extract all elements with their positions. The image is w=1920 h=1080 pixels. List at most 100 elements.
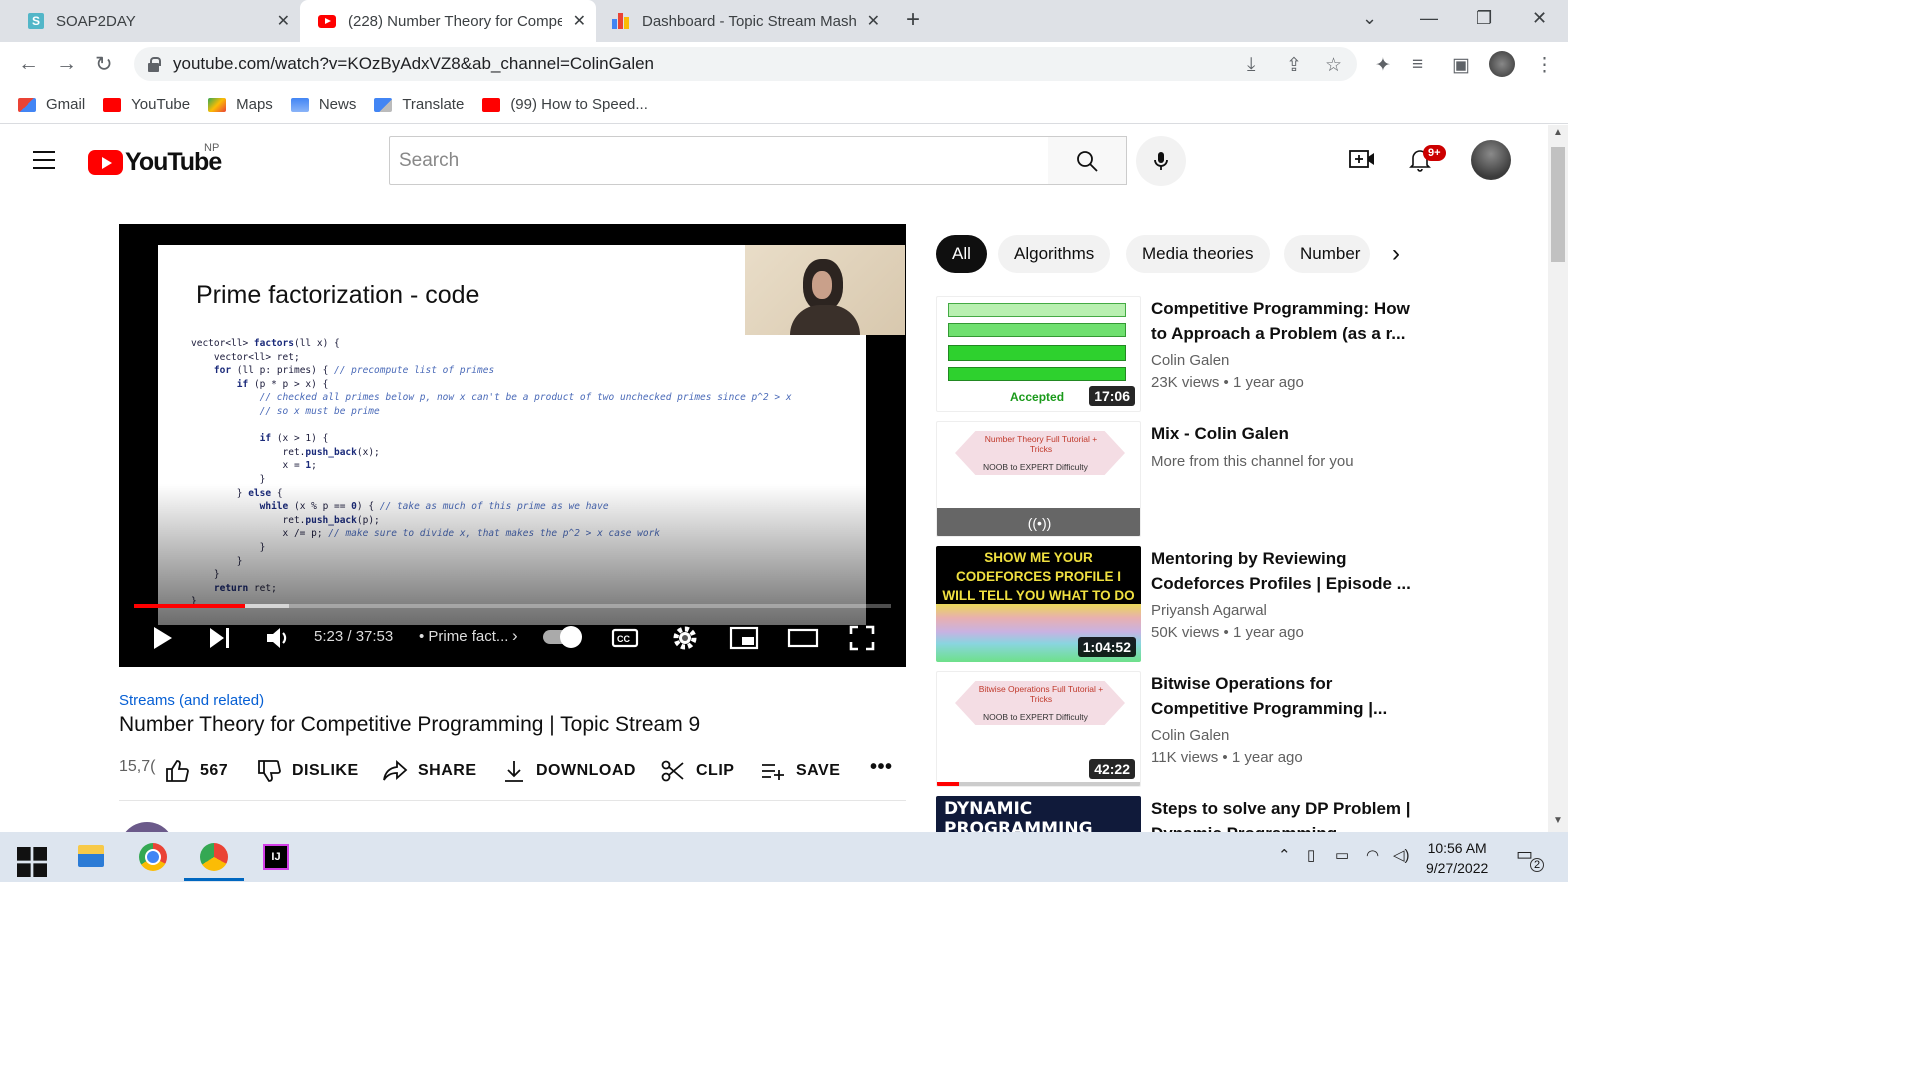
bookmark-label: Maps: [236, 96, 273, 113]
next-video-icon[interactable]: [207, 624, 233, 652]
voice-search-button[interactable]: [1136, 136, 1186, 186]
fullscreen-icon[interactable]: [848, 624, 876, 652]
video-title[interactable]: Mentoring by Reviewing Codeforces Profil…: [1151, 546, 1411, 596]
account-avatar[interactable]: [1471, 140, 1511, 180]
tab-dashboard[interactable]: Dashboard - Topic Stream Mashu ✕: [596, 0, 890, 42]
intellij-icon[interactable]: IJ: [263, 844, 289, 870]
tab-number-theory[interactable]: (228) Number Theory for Compe ✕: [300, 0, 596, 42]
share-button[interactable]: SHARE: [382, 758, 477, 784]
tab-search-chevron-icon[interactable]: ⌄: [1362, 8, 1377, 29]
back-icon[interactable]: ←: [18, 52, 39, 76]
speaker-icon[interactable]: ◁): [1393, 846, 1410, 864]
search-placeholder: Search: [399, 149, 460, 171]
address-bar[interactable]: youtube.com/watch?v=KOzByAdxVZ8&ab_chann…: [134, 47, 1357, 81]
file-explorer-icon[interactable]: [78, 845, 104, 867]
news-icon: [290, 97, 309, 112]
close-window-icon[interactable]: ✕: [1532, 8, 1547, 29]
download-button[interactable]: DOWNLOAD: [502, 758, 636, 784]
chrome-icon[interactable]: [139, 843, 167, 871]
miniplayer-icon[interactable]: [729, 624, 759, 652]
windows-start-icon[interactable]: [17, 847, 47, 877]
video-duration: 1:04:52: [1077, 637, 1136, 657]
chapter-title[interactable]: • Prime fact...: [419, 628, 508, 645]
scroll-up-icon[interactable]: ▲: [1553, 127, 1563, 138]
bookmark-maps[interactable]: Maps: [208, 96, 273, 113]
dislike-button[interactable]: DISLIKE: [256, 758, 359, 784]
play-icon[interactable]: [151, 624, 175, 652]
menu-icon[interactable]: [33, 151, 55, 175]
share-icon[interactable]: ⇪: [1286, 54, 1302, 77]
video-thumbnail[interactable]: Number Theory Full Tutorial + Tricks NOO…: [936, 421, 1141, 537]
dislike-label: DISLIKE: [292, 762, 359, 779]
chip-all[interactable]: All: [936, 235, 987, 273]
new-tab-icon[interactable]: +: [906, 6, 920, 34]
video-title[interactable]: Competitive Programming: How to Approach…: [1151, 296, 1411, 346]
recommended-mix[interactable]: Number Theory Full Tutorial + Tricks NOO…: [936, 421, 1536, 537]
scrollbar-thumb[interactable]: [1551, 147, 1565, 262]
recommended-video[interactable]: Accepted 17:06 Competitive Programming: …: [936, 296, 1536, 412]
bookmark-news[interactable]: News: [290, 96, 356, 113]
taskbar-clock[interactable]: 10:56 AM 9/27/2022: [1426, 838, 1488, 878]
scroll-down-icon[interactable]: ▼: [1553, 815, 1563, 826]
channel-name[interactable]: Colin Galen: [1151, 727, 1229, 744]
page-scrollbar[interactable]: ▲ ▼: [1548, 125, 1568, 832]
settings-gear-icon[interactable]: [671, 624, 699, 652]
bookmark-youtube[interactable]: YouTube: [103, 96, 190, 113]
bookmark-gmail[interactable]: Gmail: [18, 96, 85, 113]
chip-algorithms[interactable]: Algorithms: [998, 235, 1111, 273]
more-actions-icon[interactable]: •••: [870, 756, 893, 779]
channel-name[interactable]: Priyansh Agarwal: [1151, 602, 1267, 619]
close-tab-icon[interactable]: ✕: [867, 11, 880, 31]
bookmark-how-to-speed[interactable]: (99) How to Speed...: [482, 96, 648, 113]
chapter-chevron-icon[interactable]: ›: [512, 626, 518, 646]
search-button[interactable]: [1048, 136, 1127, 185]
media-control-icon[interactable]: ≡: [1412, 54, 1423, 76]
subtitles-icon[interactable]: CC: [611, 624, 639, 652]
video-thumbnail[interactable]: DYNAMIC PROGRAMMING BOOTCAMP DAY 2: [936, 796, 1141, 832]
battery-icon[interactable]: ▭: [1335, 846, 1349, 864]
search-input[interactable]: Search: [389, 136, 1049, 185]
like-button[interactable]: 567: [164, 758, 228, 784]
theater-mode-icon[interactable]: [787, 624, 819, 652]
forward-icon[interactable]: →: [56, 52, 77, 76]
meet-now-icon[interactable]: ▯: [1307, 846, 1315, 864]
clip-button[interactable]: CLIP: [660, 758, 734, 784]
volume-icon[interactable]: [264, 624, 292, 652]
hashtag-link[interactable]: Streams (and related): [119, 692, 264, 709]
chips-next-icon[interactable]: ›: [1392, 240, 1400, 268]
youtube-logo[interactable]: YouTube NP: [88, 142, 222, 177]
chrome-profile-icon[interactable]: [200, 843, 228, 871]
save-button[interactable]: SAVE: [760, 758, 840, 784]
video-thumbnail[interactable]: Bitwise Operations Full Tutorial + Trick…: [936, 671, 1141, 787]
profile-avatar[interactable]: [1489, 51, 1515, 77]
create-video-icon[interactable]: [1348, 147, 1376, 171]
recommended-video[interactable]: Bitwise Operations Full Tutorial + Trick…: [936, 671, 1536, 787]
reload-icon[interactable]: ↻: [95, 52, 113, 77]
progress-bar[interactable]: [134, 604, 891, 608]
install-icon[interactable]: ⤓: [1247, 54, 1255, 76]
video-thumbnail[interactable]: SHOW ME YOUR CODEFORCES PROFILE I WILL T…: [936, 546, 1141, 662]
tab-soap2day[interactable]: S SOAP2DAY ✕: [0, 0, 300, 42]
bookmark-star-icon[interactable]: ☆: [1325, 54, 1342, 77]
close-tab-icon[interactable]: ✕: [573, 11, 586, 31]
chip-media-theories[interactable]: Media theories: [1126, 235, 1270, 273]
bookmark-translate[interactable]: Translate: [374, 96, 464, 113]
chip-number[interactable]: Number: [1284, 235, 1370, 273]
video-title[interactable]: Bitwise Operations for Competitive Progr…: [1151, 671, 1411, 721]
recommended-video[interactable]: SHOW ME YOUR CODEFORCES PROFILE I WILL T…: [936, 546, 1536, 662]
wifi-icon[interactable]: ◠: [1366, 846, 1379, 864]
channel-name[interactable]: Colin Galen: [1151, 352, 1229, 369]
close-tab-icon[interactable]: ✕: [277, 11, 290, 31]
video-player[interactable]: Prime factorization - code vector<ll> fa…: [119, 224, 906, 667]
extensions-icon[interactable]: ✦: [1375, 54, 1391, 77]
minimize-icon[interactable]: —: [1420, 8, 1438, 29]
side-panel-icon[interactable]: ▣: [1452, 54, 1470, 77]
video-title[interactable]: Steps to solve any DP Problem | Dynamic …: [1151, 796, 1411, 832]
video-title[interactable]: Mix - Colin Galen: [1151, 421, 1411, 446]
recommended-video[interactable]: DYNAMIC PROGRAMMING BOOTCAMP DAY 2 Steps…: [936, 796, 1536, 832]
autoplay-toggle[interactable]: [543, 626, 582, 648]
restore-icon[interactable]: ❐: [1476, 8, 1492, 29]
tray-overflow-icon[interactable]: ⌃: [1278, 846, 1291, 864]
chrome-menu-icon[interactable]: ⋮: [1535, 54, 1554, 77]
video-thumbnail[interactable]: Accepted 17:06: [936, 296, 1141, 412]
